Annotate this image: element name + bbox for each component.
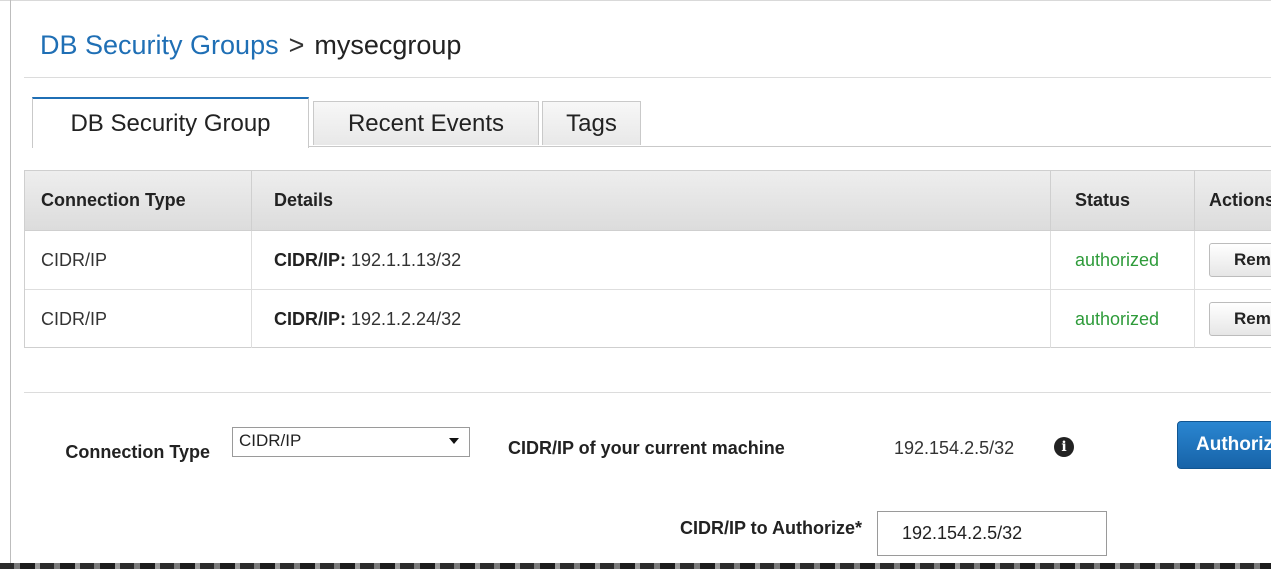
form-divider xyxy=(24,392,1271,393)
status-cell: authorized xyxy=(1051,231,1195,289)
cropped-text-strip xyxy=(0,563,1271,569)
details-key: CIDR/IP: xyxy=(274,249,346,270)
connection-type-select[interactable]: CIDR/IP xyxy=(232,427,470,457)
remove-button[interactable]: Remove xyxy=(1209,302,1271,336)
details-cell: CIDR/IP: 192.1.2.24/32 xyxy=(252,290,1051,348)
title-divider xyxy=(24,77,1271,78)
cidr-to-authorize-input[interactable] xyxy=(877,511,1107,556)
authorize-button[interactable]: Authorize xyxy=(1177,421,1271,469)
current-machine-label: CIDR/IP of your current machine xyxy=(508,438,785,458)
header-actions: Actions xyxy=(1209,190,1271,210)
header-connection-type[interactable]: Connection Type xyxy=(25,171,252,230)
chevron-down-icon xyxy=(449,438,459,444)
breadcrumb-parent-link[interactable]: DB Security Groups xyxy=(40,30,279,60)
tab-recent-events[interactable]: Recent Events xyxy=(313,101,539,145)
status-cell: authorized xyxy=(1051,290,1195,348)
cidr-to-authorize-label: CIDR/IP to Authorize* xyxy=(679,518,862,538)
actions-cell: Remove xyxy=(1195,290,1271,348)
connection-type-cell: CIDR/IP xyxy=(25,290,252,348)
top-border xyxy=(0,0,1271,1)
actions-cell: Remove xyxy=(1195,231,1271,289)
header-details[interactable]: Details xyxy=(252,171,1051,230)
breadcrumb-separator: > xyxy=(288,30,305,60)
security-group-table: Connection Type Details Status Actions C… xyxy=(24,170,1271,348)
connection-type-cell: CIDR/IP xyxy=(25,231,252,289)
tab-db-security-group[interactable]: DB Security Group xyxy=(32,97,309,148)
current-machine-value: 192.154.2.5/32 xyxy=(894,438,1015,458)
details-value: 192.1.2.24/32 xyxy=(351,308,462,329)
connection-type-selected-value: CIDR/IP xyxy=(239,431,302,450)
left-border xyxy=(10,0,11,569)
breadcrumb-current: mysecgroup xyxy=(314,30,462,60)
details-key: CIDR/IP: xyxy=(274,308,346,329)
remove-button[interactable]: Remove xyxy=(1209,243,1271,277)
info-circle-icon[interactable]: i xyxy=(1054,437,1074,457)
details-value: 192.1.1.13/32 xyxy=(351,249,462,270)
table-row: CIDR/IP CIDR/IP: 192.1.2.24/32 authorize… xyxy=(25,290,1271,348)
tab-tags[interactable]: Tags xyxy=(542,101,641,145)
header-status[interactable]: Status xyxy=(1051,171,1195,230)
connection-type-label: Connection Type xyxy=(65,442,210,462)
breadcrumb: DB Security Groups > mysecgroup xyxy=(40,30,461,61)
details-cell: CIDR/IP: 192.1.1.13/32 xyxy=(252,231,1051,289)
table-row: CIDR/IP CIDR/IP: 192.1.1.13/32 authorize… xyxy=(25,231,1271,290)
table-header-row: Connection Type Details Status Actions xyxy=(25,171,1271,231)
